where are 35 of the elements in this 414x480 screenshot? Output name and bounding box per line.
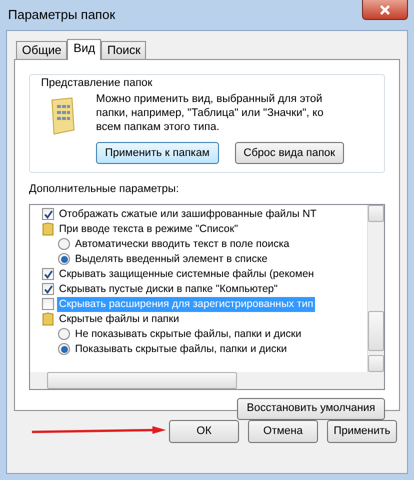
checkbox[interactable] <box>42 268 54 280</box>
close-button[interactable] <box>362 0 408 20</box>
window-title: Параметры папок <box>7 6 116 24</box>
reset-folders-button[interactable]: Сброс вида папок <box>234 142 344 164</box>
folder-icon <box>42 222 54 236</box>
horizontal-scrollbar[interactable] <box>30 372 384 388</box>
tab[interactable]: Общие <box>16 41 68 59</box>
section-label: Дополнительные параметры: <box>29 182 180 197</box>
list-item[interactable]: Автоматически вводить текст в поле поиска <box>73 236 292 252</box>
checkbox[interactable] <box>42 208 54 220</box>
list-item[interactable]: Скрывать пустые диски в папке "Компьютер" <box>57 282 280 296</box>
radio-button[interactable] <box>58 343 70 355</box>
checkbox[interactable] <box>42 283 54 295</box>
apply-button[interactable]: Применить <box>327 420 397 442</box>
tab[interactable]: Вид <box>67 39 102 60</box>
radio-button[interactable] <box>58 238 70 250</box>
list-item[interactable]: Не показывать скрытые файлы, папки и диски <box>73 326 304 342</box>
list-item[interactable]: При вводе текста в режиме "Список" <box>57 222 240 236</box>
tab[interactable]: Поиск <box>101 41 146 59</box>
cancel-button[interactable]: Отмена <box>248 420 318 442</box>
folder-icon <box>42 312 54 326</box>
list-item[interactable]: Выделять введенный элемент в списке <box>73 252 270 266</box>
radio-button[interactable] <box>58 328 70 340</box>
checkbox[interactable] <box>42 298 54 310</box>
close-icon <box>379 4 391 14</box>
list-item[interactable]: Отображать сжатые или зашифрованные файлы NT <box>57 206 319 222</box>
apply-to-folders-button[interactable]: Применить к папкам <box>96 142 219 164</box>
list-item[interactable]: Скрывать защищенные системные файлы (рекомен <box>57 266 316 282</box>
list-item[interactable]: Скрытые файлы и папки <box>57 312 182 326</box>
radio-button[interactable] <box>58 253 70 265</box>
ok-button[interactable]: ОК <box>169 420 239 442</box>
list-item[interactable]: Показывать скрытые файлы, папки и диски <box>73 342 289 356</box>
description-text: Можно применить вид, выбранный для этой папки, например, "Таблица" или "Значки", ко всем папкам этого типа. <box>96 92 324 134</box>
vertical-scrollbar[interactable] <box>367 204 384 372</box>
restore-defaults-button[interactable]: Восстановить умолчания <box>237 398 385 420</box>
